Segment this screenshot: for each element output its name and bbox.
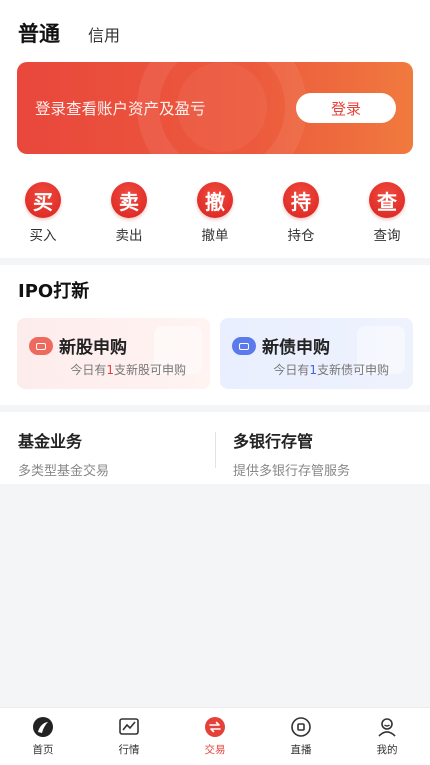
tab-label: 首页: [32, 744, 54, 756]
service-subtitle: 多类型基金交易: [18, 464, 110, 479]
cancel-order-icon: 撤: [197, 182, 233, 218]
tab-label: 交易: [204, 744, 226, 756]
ticket-icon: [29, 337, 53, 355]
tab-normal[interactable]: 普通: [18, 18, 60, 48]
tab-live[interactable]: 直播: [258, 708, 344, 765]
tab-label: 行情: [118, 744, 140, 756]
ipo-title: IPO打新: [18, 281, 90, 302]
banner-text: 登录查看账户资产及盈亏: [35, 100, 206, 118]
service-title: 多银行存管: [233, 432, 314, 451]
buy-icon: 买: [25, 182, 61, 218]
tab-credit[interactable]: 信用: [88, 22, 120, 46]
action-label: 持仓: [287, 228, 315, 244]
action-buy[interactable]: 买 买入: [0, 182, 86, 244]
card-title: 新股申购: [59, 338, 127, 358]
top-section: 普通 信用 登录查看账户资产及盈亏 登录 买 买入 卖 卖出 撤 撤单 持 持仓…: [0, 0, 430, 258]
new-stock-subscription-card[interactable]: 新股申购 今日有1支新股可申购: [17, 318, 210, 389]
action-positions[interactable]: 持 持仓: [258, 182, 344, 244]
service-title: 基金业务: [18, 432, 83, 451]
action-query[interactable]: 查 查询: [344, 182, 430, 244]
fund-business-entry[interactable]: 基金业务 多类型基金交易: [18, 428, 109, 479]
tab-home[interactable]: 首页: [0, 708, 86, 765]
action-label: 买入: [29, 228, 57, 244]
profile-icon: [376, 716, 398, 738]
tab-label: 直播: [290, 744, 312, 756]
ticket-icon: [232, 337, 256, 355]
sell-icon: 卖: [111, 182, 147, 218]
login-button[interactable]: 登录: [296, 93, 396, 123]
services-section: 基金业务 多类型基金交易 多银行存管 提供多银行存管服务: [0, 412, 430, 484]
positions-icon: 持: [283, 182, 319, 218]
live-icon: [290, 716, 312, 738]
account-type-tabs: 普通 信用: [18, 18, 120, 48]
card-subtitle: 今日有1支新债可申购: [273, 363, 389, 377]
chart-icon: [118, 716, 140, 738]
bank-depository-entry[interactable]: 多银行存管 提供多银行存管服务: [233, 428, 350, 479]
action-label: 卖出: [115, 228, 143, 244]
trade-actions: 买 买入 卖 卖出 撤 撤单 持 持仓 查 查询: [0, 182, 430, 244]
divider: [215, 432, 216, 468]
service-subtitle: 提供多银行存管服务: [233, 464, 351, 479]
action-cancel-order[interactable]: 撤 撤单: [172, 182, 258, 244]
action-sell[interactable]: 卖 卖出: [86, 182, 172, 244]
tab-label: 我的: [376, 744, 398, 756]
bottom-tab-bar: 首页 行情 交易 直播 我的: [0, 707, 430, 765]
ipo-section: IPO打新 新股申购 今日有1支新股可申购 新债申购 今日有1支新债可申购: [0, 265, 430, 405]
card-title: 新债申购: [262, 338, 330, 358]
home-logo-icon: [32, 716, 54, 738]
tab-trade[interactable]: 交易: [172, 708, 258, 765]
action-label: 撤单: [201, 228, 229, 244]
action-label: 查询: [373, 228, 401, 244]
new-bond-subscription-card[interactable]: 新债申购 今日有1支新债可申购: [220, 318, 413, 389]
login-banner[interactable]: 登录查看账户资产及盈亏 登录: [17, 62, 413, 154]
trade-icon: [204, 716, 226, 738]
query-icon: 查: [369, 182, 405, 218]
tab-market[interactable]: 行情: [86, 708, 172, 765]
tab-profile[interactable]: 我的: [344, 708, 430, 765]
card-subtitle: 今日有1支新股可申购: [70, 363, 186, 377]
